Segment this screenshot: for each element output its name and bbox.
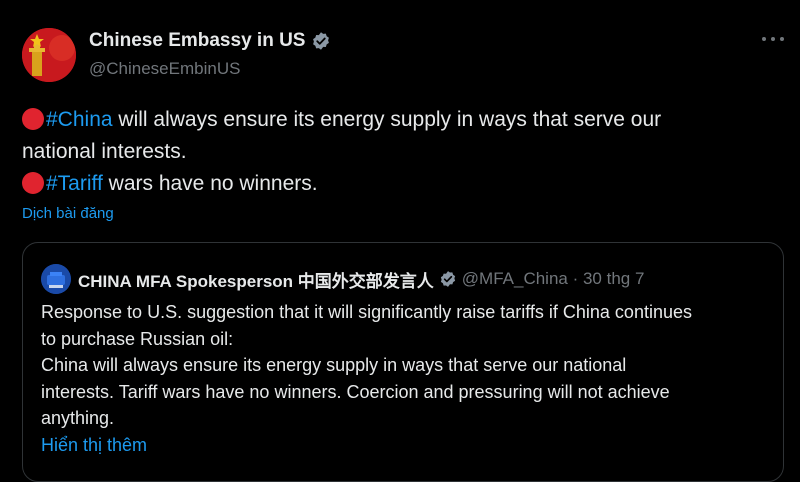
mfa-emblem-icon <box>41 264 71 294</box>
post-line-3: #Tariff wars have no winners. <box>22 168 782 200</box>
post-line-1: #China will always ensure its energy sup… <box>22 104 782 136</box>
red-circle-emoji <box>22 108 44 130</box>
avatar[interactable] <box>22 28 76 82</box>
post-line-text: will always ensure its energy supply in … <box>112 108 662 131</box>
hashtag-tariff[interactable]: #Tariff <box>46 172 103 195</box>
verified-badge-icon[interactable] <box>311 31 331 51</box>
author-handle[interactable]: @ChineseEmbinUS <box>89 59 331 79</box>
post-line-text: national interests. <box>22 140 187 163</box>
author-name[interactable]: Chinese Embassy in US <box>89 30 305 52</box>
quote-avatar[interactable] <box>41 264 71 294</box>
quote-line: interests. Tariff wars have no winners. … <box>41 381 670 402</box>
show-more-link[interactable]: Hiển thị thêm <box>41 435 147 456</box>
quote-header: CHINA MFA Spokesperson 中国外交部发言人 @MFA_Chi… <box>41 264 644 294</box>
verified-badge-icon[interactable] <box>439 270 457 288</box>
post-line-text: wars have no winners. <box>102 172 318 195</box>
red-circle-emoji <box>22 172 44 194</box>
post-header: Chinese Embassy in US @ChineseEmbinUS <box>89 30 331 79</box>
post-line-2: national interests. <box>22 136 782 168</box>
post-text: #China will always ensure its energy sup… <box>22 104 782 200</box>
quote-text: Response to U.S. suggestion that it will… <box>41 299 776 432</box>
quote-line: anything. <box>41 408 115 428</box>
more-options-icon[interactable] <box>762 34 784 44</box>
translate-post-link[interactable]: Dịch bài đăng <box>22 205 114 222</box>
quoted-post[interactable]: CHINA MFA Spokesperson 中国外交部发言人 @MFA_Chi… <box>22 242 784 482</box>
hashtag-china[interactable]: #China <box>46 108 113 131</box>
quote-line: China will always ensure its energy supp… <box>41 355 627 375</box>
tweet[interactable]: Chinese Embassy in US @ChineseEmbinUS #C… <box>0 0 800 482</box>
quote-handle-date[interactable]: @MFA_China · 30 thg 7 <box>462 269 645 289</box>
quote-line: Response to U.S. suggestion that it will… <box>41 302 692 322</box>
quote-line: to purchase Russian oil: <box>41 328 234 349</box>
flag-avatar-image <box>22 28 76 82</box>
quote-author-name[interactable]: CHINA MFA Spokesperson 中国外交部发言人 <box>78 267 434 292</box>
